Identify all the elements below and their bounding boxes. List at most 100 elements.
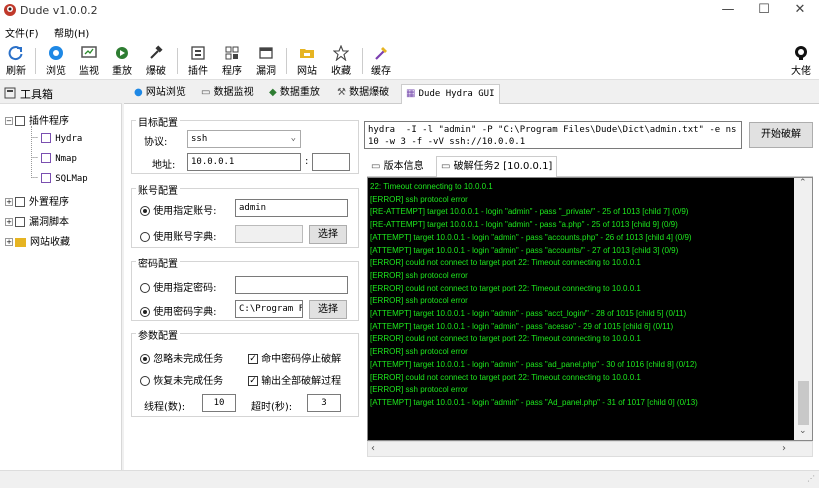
timeout-input[interactable]: 3 (307, 394, 341, 412)
port-input[interactable] (312, 153, 350, 171)
star-icon (333, 45, 349, 61)
title-bar: Dude v1.0.0.2 — ☐ ✕ (0, 0, 819, 22)
minimize-button[interactable]: — (710, 0, 746, 22)
scroll-thumb[interactable] (798, 381, 809, 425)
console-line: [ERROR] could not connect to target port… (370, 258, 641, 268)
console-icon: ▭ (441, 161, 451, 172)
use-user-radio[interactable]: 使用指定账号: (140, 202, 217, 217)
cache-button[interactable]: 缓存 (366, 44, 396, 78)
replay-icon: ◆ (269, 87, 277, 98)
tree-item-sqlmap[interactable]: ┄ SQLMap (32, 173, 88, 184)
address-input[interactable]: 10.0.0.1 (187, 153, 301, 171)
user-dict-input[interactable] (235, 225, 303, 243)
target-group-label: 目标配置 (136, 114, 180, 129)
hammer-icon: ⚒ (337, 87, 346, 98)
app-icon (4, 4, 16, 16)
github-button[interactable]: 大佬 (786, 44, 816, 78)
tree-item-nmap[interactable]: ┄ Nmap (32, 153, 77, 164)
tab-hydra-gui[interactable]: ▦ Dude Hydra GUI (401, 84, 500, 104)
select-pass-dict-button[interactable]: 选择 (309, 300, 347, 319)
console-line: [ERROR] could not connect to target port… (370, 334, 641, 344)
scroll-down-icon[interactable]: ⌄ (799, 426, 807, 436)
threads-input[interactable]: 10 (202, 394, 236, 412)
console-line: [RE-ATTEMPT] target 10.0.0.1 - login "ad… (370, 207, 689, 217)
menu-bar: 文件(F) 帮助(H) (0, 22, 819, 42)
folder-icon (15, 237, 26, 247)
use-user-dict-radio[interactable]: 使用账号字典: (140, 228, 217, 243)
restore-unfinished-radio[interactable]: 恢复未完成任务 (140, 372, 223, 387)
stop-on-hit-checkbox[interactable]: ✓ 命中密码停止破解 (248, 350, 341, 365)
replay-button[interactable]: 重放 (107, 44, 137, 78)
vertical-scrollbar[interactable]: ⌃ ⌄ (794, 178, 812, 440)
password-group-label: 密码配置 (136, 255, 180, 270)
horizontal-scrollbar[interactable]: ‹ › (367, 441, 813, 457)
console-line: [RE-ATTEMPT] target 10.0.0.1 - login "ad… (370, 220, 678, 230)
command-output[interactable]: hydra -I -l "admin" -P "C:\Program Files… (364, 121, 742, 149)
site-button[interactable]: 网站 (292, 44, 322, 78)
password-group: 密码配置 使用指定密码: 使用密码字典: C:\Program Fi 选择 (131, 255, 359, 321)
window-title: Dude v1.0.0.2 (20, 4, 98, 17)
tree-node-scripts[interactable]: + 漏洞脚本 (5, 213, 69, 228)
replay-icon (116, 47, 128, 59)
tree-node-favorites[interactable]: + 网站收藏 (5, 233, 70, 248)
user-input[interactable]: admin (235, 199, 348, 217)
status-bar: ⋰ (0, 470, 819, 488)
plugin-button[interactable]: 插件 (183, 44, 213, 78)
toolbar-separator (286, 48, 287, 74)
expand-icon[interactable]: + (5, 218, 13, 226)
console-output[interactable]: 22: Timeout connecting to 10.0.0.1 [ERROR… (367, 177, 813, 441)
console-line: [ERROR] ssh protocol error (370, 347, 468, 357)
params-group-label: 参数配置 (136, 327, 180, 342)
tab-data-replay[interactable]: ◆ 数据重放 (265, 84, 324, 104)
tree-node-plugins[interactable]: − 插件程序 (5, 112, 69, 127)
app-icon: ▦ (406, 88, 416, 99)
maximize-button[interactable]: ☐ (746, 0, 782, 22)
close-button[interactable]: ✕ (782, 0, 818, 22)
timeout-label: 超时(秒): (251, 402, 293, 413)
toolbox-panel: 工具箱 − 插件程序 ┄ Hydra ┄ Nmap ┄ SQLMap + 外置程序 … (0, 82, 122, 470)
ignore-unfinished-radio[interactable]: 忽略未完成任务 (140, 350, 223, 365)
output-all-checkbox[interactable]: ✓ 输出全部破解过程 (248, 372, 341, 387)
tree-item-hydra[interactable]: ┄ Hydra (32, 133, 82, 144)
toolbox-header: 工具箱 (0, 82, 122, 104)
monitor-button[interactable]: 监视 (74, 44, 104, 78)
console-line: [ATTEMPT] target 10.0.0.1 - login "admin… (370, 232, 692, 242)
app-icon (41, 153, 52, 163)
browse-button[interactable]: 浏览 (41, 44, 71, 78)
tab-version-info[interactable]: ▭ 版本信息 (367, 158, 428, 177)
tree-node-external[interactable]: + 外置程序 (5, 193, 69, 208)
use-pass-dict-radio[interactable]: 使用密码字典: (140, 303, 217, 318)
favorite-button[interactable]: 收藏 (326, 44, 356, 78)
start-crack-button[interactable]: 开始破解 (749, 122, 813, 148)
menu-help[interactable]: 帮助(H) (54, 25, 89, 40)
params-group: 参数配置 忽略未完成任务 ✓ 命中密码停止破解 恢复未完成任务 ✓ 输出全部破解… (131, 327, 359, 417)
console-line: [ATTEMPT] target 10.0.0.1 - login "admin… (370, 321, 674, 331)
tab-data-bruteforce[interactable]: ⚒ 数据爆破 (333, 84, 393, 104)
pass-input[interactable] (235, 276, 348, 294)
use-pass-radio[interactable]: 使用指定密码: (140, 279, 217, 294)
pass-dict-input[interactable]: C:\Program Fi (235, 300, 303, 318)
expand-icon[interactable]: + (5, 238, 13, 246)
collapse-icon[interactable]: − (5, 117, 13, 125)
tab-web-browse[interactable]: ● 网站浏览 (130, 84, 190, 104)
site-icon (300, 49, 314, 58)
tab-data-monitor[interactable]: ▭ 数据监视 (197, 84, 258, 104)
radio-icon (140, 232, 150, 242)
hammer-icon (150, 45, 163, 59)
scroll-left-icon[interactable]: ‹ (371, 443, 375, 454)
select-user-dict-button[interactable]: 选择 (309, 225, 347, 244)
menu-file[interactable]: 文件(F) (5, 25, 39, 40)
tab-crack-task[interactable]: ▭ 破解任务2 [10.0.0.1] (436, 156, 558, 177)
console-line: [ERROR] ssh protocol error (370, 296, 468, 306)
scroll-right-icon[interactable]: › (782, 443, 786, 454)
program-button[interactable]: 程序 (217, 44, 247, 78)
refresh-icon (8, 46, 23, 61)
refresh-button[interactable]: 刷新 (1, 44, 31, 78)
expand-icon[interactable]: + (5, 198, 13, 206)
vuln-button[interactable]: 漏洞 (251, 44, 281, 78)
protocol-select[interactable]: ssh ⌄ (187, 130, 301, 148)
resize-grip-icon[interactable]: ⋰ (807, 474, 815, 483)
scroll-up-icon[interactable]: ⌃ (799, 178, 807, 188)
monitor-icon (81, 46, 97, 58)
bruteforce-button[interactable]: 爆破 (141, 44, 171, 78)
